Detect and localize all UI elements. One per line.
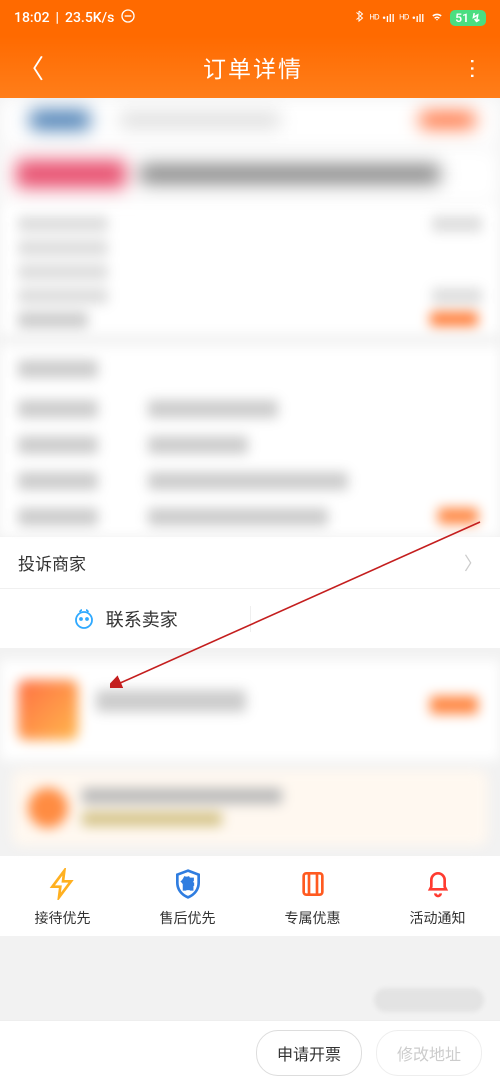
- complaint-merchant-row[interactable]: 投诉商家 〉: [0, 536, 500, 588]
- bell-icon: [422, 868, 454, 900]
- nav-bar: 〈 订单详情 ⋯: [0, 36, 500, 98]
- chevron-right-icon: 〉: [464, 550, 482, 576]
- wangwang-icon: [72, 607, 96, 631]
- services-row: 接待优先 售 售后优先 专属优惠 活动通知: [0, 856, 500, 936]
- complaint-label: 投诉商家: [18, 550, 86, 575]
- service-exclusive-discount[interactable]: 专属优惠: [250, 868, 375, 928]
- coupon-icon: [297, 868, 329, 900]
- modify-address-button[interactable]: 修改地址: [376, 1030, 482, 1076]
- service-activity-notice[interactable]: 活动通知: [375, 868, 500, 928]
- page-title: 订单详情: [203, 50, 303, 84]
- back-button[interactable]: 〈: [18, 49, 44, 86]
- shield-icon: 售: [172, 868, 204, 900]
- contact-row: 联系卖家: [0, 588, 500, 648]
- bottom-action-bar: 申请开票 修改地址: [0, 1020, 500, 1084]
- dnd-icon: [120, 8, 136, 28]
- lightning-icon: [47, 868, 79, 900]
- bluetooth-icon: [353, 9, 365, 27]
- svg-text:售: 售: [181, 876, 193, 891]
- more-button[interactable]: ⋯: [459, 57, 484, 77]
- contact-seller-button[interactable]: 联系卖家: [0, 606, 251, 632]
- signal-icon: ᴴᴰ •ıll: [370, 12, 395, 25]
- blurred-content-top: [0, 98, 500, 536]
- status-bar: 18:02 | 23.5K/s ᴴᴰ •ıll ᴴᴰ •ıll 51↯: [0, 0, 500, 36]
- contact-seller-label: 联系卖家: [106, 606, 178, 632]
- wifi-icon: [429, 9, 445, 27]
- service-priority-reception[interactable]: 接待优先: [0, 868, 125, 928]
- status-time: 18:02: [14, 10, 50, 26]
- blurred-content-bottom: [0, 660, 500, 846]
- service-aftersale-priority[interactable]: 售 售后优先: [125, 868, 250, 928]
- invoice-button[interactable]: 申请开票: [256, 1030, 362, 1076]
- status-speed: 23.5K/s: [65, 10, 114, 26]
- signal-icon-2: ᴴᴰ •ıll: [400, 12, 425, 25]
- watermark: [374, 988, 484, 1012]
- battery-indicator: 51↯: [450, 10, 486, 26]
